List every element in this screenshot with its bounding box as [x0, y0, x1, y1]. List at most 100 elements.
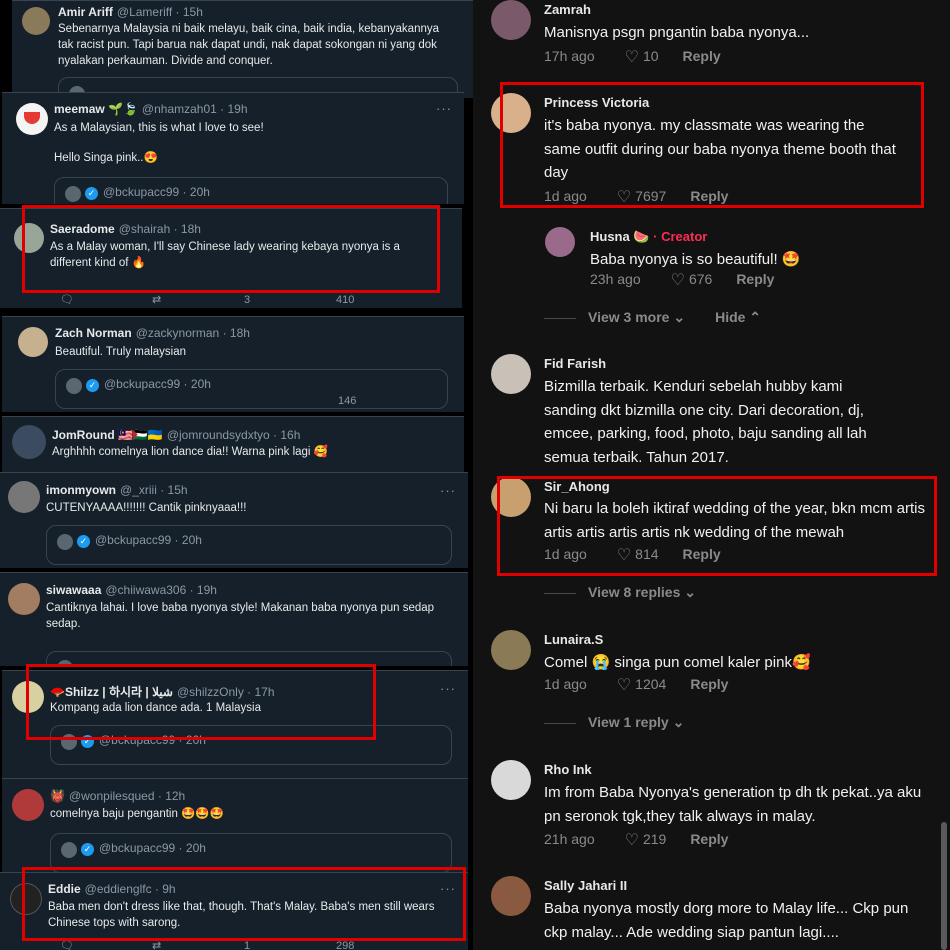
- like-count[interactable]: 3: [244, 294, 336, 306]
- avatar[interactable]: [14, 223, 44, 253]
- heart-icon[interactable]: ♡: [625, 830, 639, 850]
- tweet-header: 👹 @wonpilesqued · 12h: [50, 789, 458, 803]
- display-name[interactable]: 🪭Shilzz | 하시라 | شيلا: [50, 685, 173, 699]
- tweet-header: Saeradome @shairah · 18h: [50, 222, 452, 236]
- view-more-button[interactable]: View 3 more ⌄: [588, 309, 685, 325]
- view-count[interactable]: 298: [336, 940, 428, 950]
- quoted-tweet[interactable]: ✓ @bckupacc99 · 20h: [50, 833, 452, 872]
- comment-username[interactable]: Zamrah: [544, 2, 591, 17]
- quoted-tweet[interactable]: [46, 651, 452, 666]
- tweet-card[interactable]: Eddie @eddienglfc · 9h ··· Baba men don't…: [0, 872, 468, 950]
- tweet-text: Baba men don't dress like that, though. …: [48, 901, 435, 929]
- reply-button[interactable]: Reply: [683, 48, 721, 64]
- view-count[interactable]: 410: [336, 294, 428, 306]
- avatar[interactable]: [491, 876, 531, 916]
- tweet-card[interactable]: Zach Norman @zackynorman · 18h Beautiful.…: [2, 316, 464, 412]
- avatar[interactable]: [491, 630, 531, 670]
- display-name[interactable]: imonmyown: [46, 483, 116, 497]
- reply-icon[interactable]: 🗨: [60, 939, 152, 950]
- display-name[interactable]: siwawaaa: [46, 583, 101, 597]
- view-replies[interactable]: View 1 reply ⌄: [544, 714, 684, 731]
- tweet-card[interactable]: 👹 @wonpilesqued · 12h comelnya baju penga…: [2, 778, 468, 872]
- reply-icon[interactable]: 🗨: [60, 293, 152, 306]
- reply-button[interactable]: Reply: [690, 676, 728, 692]
- display-name[interactable]: Zach Norman: [55, 326, 132, 340]
- view-more-replies[interactable]: View 3 more ⌄ Hide ⌃: [544, 309, 761, 326]
- avatar[interactable]: [491, 0, 531, 40]
- reply-button[interactable]: Reply: [683, 546, 721, 562]
- avatar[interactable]: [8, 481, 40, 513]
- reply-username[interactable]: Husna 🍉: [590, 229, 650, 244]
- avatar: [66, 378, 82, 394]
- comment-username[interactable]: Princess Victoria: [544, 95, 649, 110]
- display-name[interactable]: Saeradome: [50, 222, 115, 236]
- like-count: 676: [688, 271, 713, 287]
- comment-username[interactable]: Husna 🍉 · Creator: [590, 229, 707, 245]
- tweet-card[interactable]: JomRound 🇲🇾🇵🇸🇺🇦 @jomroundsydxtyo · 16h Ar…: [2, 416, 464, 474]
- avatar[interactable]: [491, 760, 531, 800]
- avatar[interactable]: [18, 327, 48, 357]
- comment-username[interactable]: Sally Jahari II: [544, 878, 627, 893]
- avatar: [57, 534, 73, 550]
- avatar[interactable]: [10, 883, 42, 915]
- avatar[interactable]: [12, 789, 44, 821]
- more-icon[interactable]: ···: [440, 681, 456, 696]
- comment-username[interactable]: Fid Farish: [544, 356, 606, 371]
- tweet-text: CUTENYAAAA!!!!!!! Cantik pinknyaaa!!!: [46, 502, 247, 514]
- view-replies-button[interactable]: View 8 replies ⌄: [588, 584, 696, 600]
- avatar[interactable]: [491, 354, 531, 394]
- display-name[interactable]: JomRound 🇲🇾🇵🇸🇺🇦: [52, 428, 163, 442]
- avatar[interactable]: [16, 103, 48, 135]
- quoted-tweet[interactable]: ✓ @bckupacc99 · 20h: [50, 725, 452, 765]
- like-count[interactable]: 1: [244, 940, 336, 950]
- comment-username[interactable]: Lunaira.S: [544, 632, 603, 647]
- avatar[interactable]: [22, 7, 50, 35]
- tweet-card[interactable]: 🪭Shilzz | 하시라 | شيلا @shilzzOnly · 17h ··…: [2, 670, 468, 778]
- more-icon[interactable]: ···: [440, 881, 456, 896]
- more-icon[interactable]: ···: [436, 101, 452, 116]
- tweet-card[interactable]: Amir Ariff @Lameriff · 15h Sebenarnya Mal…: [12, 0, 473, 98]
- avatar[interactable]: [12, 425, 46, 459]
- comment-username[interactable]: Rho Ink: [544, 762, 592, 777]
- avatar[interactable]: [12, 681, 44, 713]
- retweet-icon[interactable]: ⇄: [152, 293, 244, 306]
- display-name[interactable]: meemaw 🌱🍃: [54, 102, 138, 116]
- reply-button[interactable]: Reply: [690, 831, 728, 847]
- reply-button[interactable]: Reply: [736, 271, 774, 287]
- tweet-header: Eddie @eddienglfc · 9h: [48, 882, 458, 896]
- quoted-tweet[interactable]: ✓ @bckupacc99 · 20h: [54, 177, 448, 204]
- display-name[interactable]: Amir Ariff: [58, 5, 113, 19]
- avatar[interactable]: [545, 227, 575, 257]
- tweet-card[interactable]: Saeradome @shairah · 18h As a Malay woman…: [0, 208, 462, 308]
- quoted-handle: @bckupacc99 · 20h: [103, 185, 210, 199]
- view-replies-button[interactable]: View 1 reply ⌄: [588, 714, 684, 730]
- view-replies[interactable]: View 8 replies ⌄: [544, 584, 696, 601]
- comment-meta: 1d ago ♡ 7697 Reply: [544, 187, 728, 207]
- comment: Lunaira.S Comel 😭 singa pun comel kaler …: [491, 630, 940, 700]
- comment-text: Ni baru la boleh iktiraf wedding of the …: [544, 500, 926, 541]
- more-icon[interactable]: ···: [440, 483, 456, 498]
- quoted-handle: @bckupacc99 · 20h: [95, 533, 202, 547]
- heart-icon[interactable]: ♡: [625, 47, 639, 67]
- view-count[interactable]: 146: [338, 395, 430, 407]
- tweet-card[interactable]: meemaw 🌱🍃 @nhamzah01 · 19h ··· As a Malay…: [2, 92, 464, 204]
- comment-username[interactable]: Sir_Ahong: [544, 479, 610, 494]
- comment-text: Manisnya psgn pngantin baba nyonya...: [544, 24, 810, 41]
- heart-icon[interactable]: ♡: [617, 545, 631, 565]
- scrollbar[interactable]: [941, 822, 947, 950]
- heart-icon[interactable]: ♡: [671, 270, 685, 290]
- display-name[interactable]: Eddie: [48, 882, 81, 896]
- avatar[interactable]: [491, 93, 531, 133]
- heart-icon[interactable]: ♡: [617, 187, 631, 207]
- tweet-card[interactable]: siwawaaa @chiiwawa306 · 19h Cantiknya lah…: [0, 572, 468, 666]
- quoted-tweet[interactable]: ✓ @bckupacc99 · 20h: [46, 525, 452, 565]
- retweet-icon[interactable]: ⇄: [152, 939, 244, 950]
- hide-replies-button[interactable]: Hide ⌃: [715, 309, 761, 325]
- reply-button[interactable]: Reply: [690, 188, 728, 204]
- avatar[interactable]: [491, 477, 531, 517]
- tweet-text: Kompang ada lion dance ada. 1 Malaysia: [50, 702, 261, 714]
- avatar[interactable]: [8, 583, 40, 615]
- display-name[interactable]: 👹: [50, 789, 65, 803]
- heart-icon[interactable]: ♡: [617, 675, 631, 695]
- tweet-card[interactable]: imonmyown @_xriii · 15h ··· CUTENYAAAA!!!…: [0, 472, 468, 568]
